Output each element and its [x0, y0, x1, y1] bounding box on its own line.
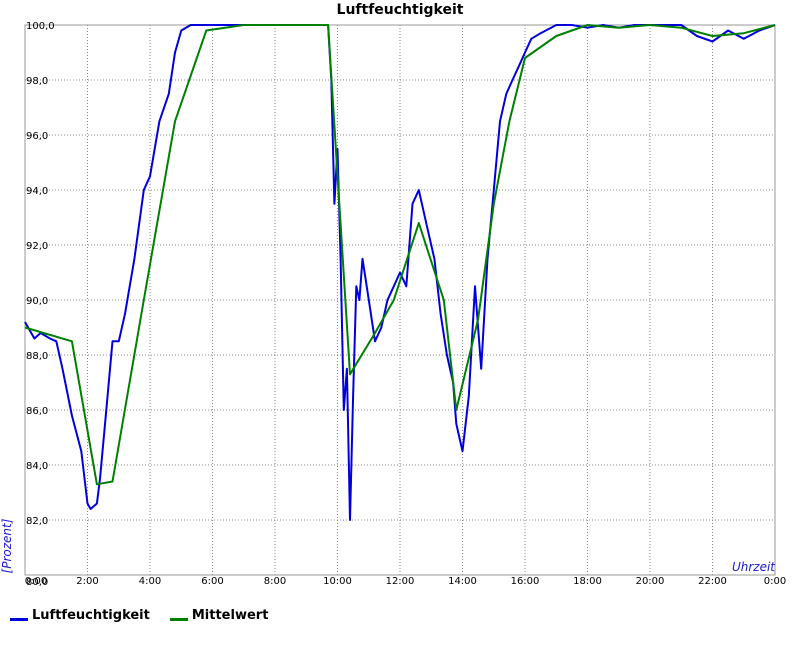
y-tick-label: 86,0 [26, 406, 48, 417]
legend-item-mean: Mittelwert [169, 608, 269, 623]
x-tick-label: 6:00 [201, 576, 223, 587]
chart-title: Luftfeuchtigkeit [337, 2, 464, 18]
x-tick-label: 8:00 [264, 576, 286, 587]
x-axis-label: Uhrzeit [732, 560, 776, 574]
x-tick-label: 0:00 [764, 576, 786, 587]
y-tick-label: 88,0 [26, 351, 48, 362]
y-tick-label: 92,0 [26, 241, 48, 252]
y-tick-label: 96,0 [26, 131, 48, 142]
x-tick-label: 18:00 [573, 576, 602, 587]
legend-swatch-humidity [10, 618, 28, 621]
x-axis-ticks: 0:00 2:00 4:00 6:00 8:00 10:00 12:00 14:00 16:00… [25, 576, 786, 587]
grid [25, 25, 775, 575]
y-axis-label: [Prozent] [0, 518, 14, 573]
y-tick-label: 82,0 [26, 516, 48, 527]
humidity-chart: Luftfeuchtigkeit 80,082,084,086,088,090,… [0, 2, 786, 588]
legend-label-humidity: Luftfeuchtigkeit [32, 608, 150, 623]
y-tick-label: 90,0 [26, 296, 48, 307]
y-axis-ticks: 80,082,084,086,088,090,092,094,096,098,0… [26, 21, 55, 588]
x-tick-label: 22:00 [698, 576, 727, 587]
legend-label-mean: Mittelwert [191, 608, 269, 623]
y-tick-label: 84,0 [26, 461, 48, 472]
x-tick-label: 4:00 [139, 576, 161, 587]
legend-item-humidity: Luftfeuchtigkeit [10, 608, 150, 623]
x-tick-label: 14:00 [448, 576, 477, 587]
x-tick-label: 16:00 [511, 576, 540, 587]
x-tick-label: 20:00 [636, 576, 665, 587]
y-tick-label: 100,0 [26, 21, 55, 32]
x-tick-label: 12:00 [386, 576, 415, 587]
legend-swatch-mean [169, 618, 188, 621]
x-tick-label: 10:00 [323, 576, 352, 587]
y-tick-label: 94,0 [26, 186, 48, 197]
x-tick-label: 0:00 [25, 576, 47, 587]
legend: Luftfeuchtigkeit Mittelwert [10, 608, 268, 623]
y-tick-label: 98,0 [26, 76, 48, 87]
x-tick-label: 2:00 [76, 576, 98, 587]
